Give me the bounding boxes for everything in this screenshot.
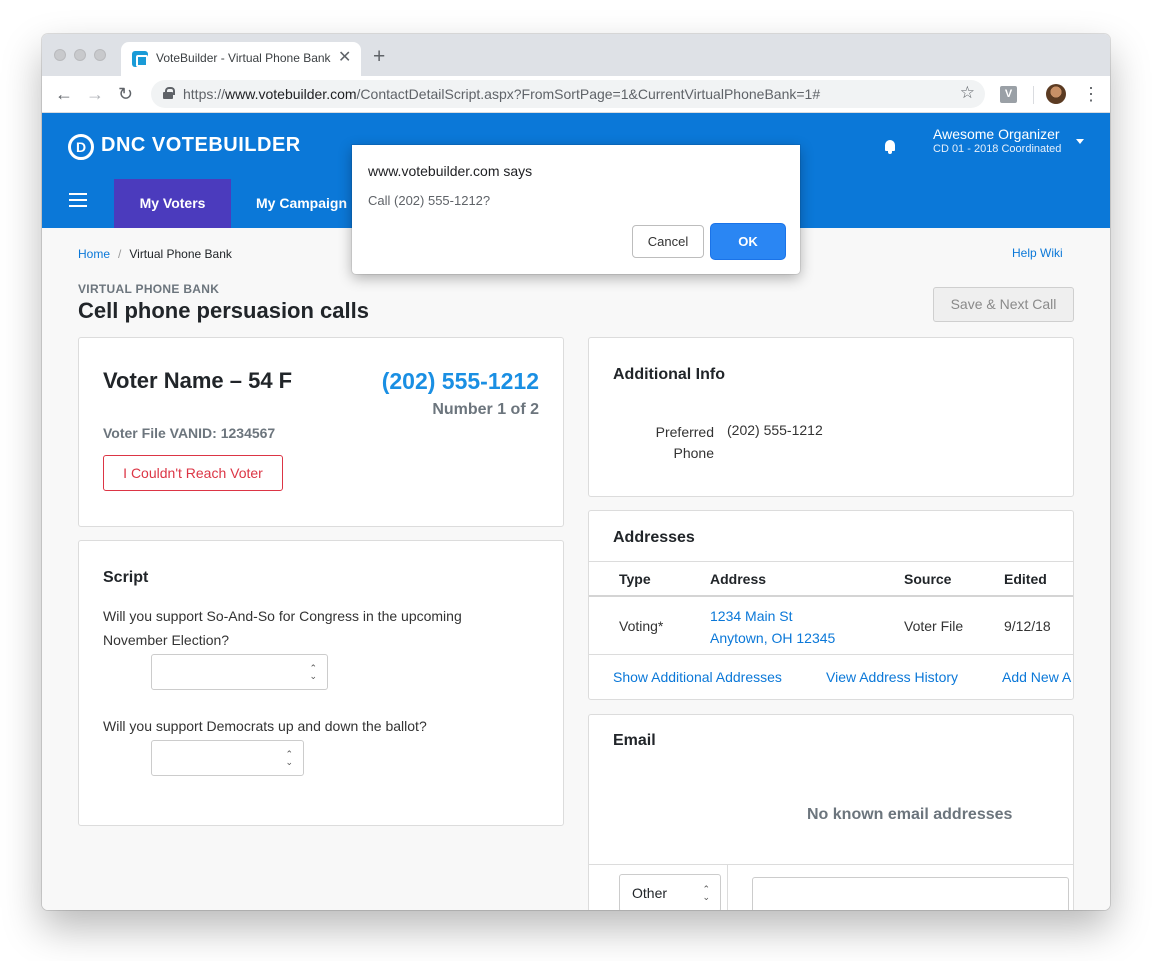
dnc-logo-icon[interactable]: D <box>68 134 94 160</box>
email-column-divider <box>727 864 728 910</box>
voter-phone-link[interactable]: (202) 555-1212 <box>382 368 539 395</box>
user-committee[interactable]: CD 01 - 2018 Coordinated <box>933 143 1061 155</box>
question-2-select[interactable]: ⌃ ⌄ <box>151 740 304 776</box>
profile-avatar[interactable] <box>1046 84 1066 104</box>
url-scheme: https:// <box>183 86 226 102</box>
address-edited: 9/12/18 <box>1004 618 1051 634</box>
tab-close-icon[interactable]: ✕ <box>338 48 351 68</box>
browser-menu-icon[interactable]: ⋮ <box>1082 83 1100 105</box>
select-arrows-icon: ⌃ ⌄ <box>309 663 317 681</box>
phone-number-counter: Number 1 of 2 <box>432 401 539 418</box>
email-title: Email <box>613 732 656 749</box>
lock-icon <box>163 87 175 99</box>
browser-window: VoteBuilder - Virtual Phone Bank ✕ + ← →… <box>42 34 1110 910</box>
address-line1-link[interactable]: 1234 Main St <box>710 605 793 627</box>
email-card: Email No known email addresses Other ⌃ ⌄ <box>588 714 1074 910</box>
breadcrumb: Home / Virtual Phone Bank <box>78 247 232 261</box>
tab-title: VoteBuilder - Virtual Phone Bank <box>156 51 331 65</box>
view-address-history-link[interactable]: View Address History <box>826 669 958 685</box>
dialog-ok-button[interactable]: OK <box>711 224 785 259</box>
dialog-title: www.votebuilder.com says <box>368 163 533 179</box>
addresses-card: Addresses Type Address Source Edited Vot… <box>588 510 1074 700</box>
address-line2-link[interactable]: Anytown, OH 12345 <box>710 627 835 649</box>
address-type: Voting* <box>619 618 664 634</box>
page-content: D DNC VOTEBUILDER Awesome Organizer CD 0… <box>42 113 1110 910</box>
help-wiki-link[interactable]: Help Wiki <box>1012 246 1063 260</box>
user-menu-caret-icon[interactable] <box>1076 139 1084 144</box>
preferred-phone-value: (202) 555-1212 <box>727 422 823 438</box>
email-divider <box>589 864 1073 865</box>
toolbar-divider <box>1033 86 1034 104</box>
table-footer-divider <box>589 654 1073 655</box>
url-text[interactable]: https://www.votebuilder.com/ContactDetai… <box>183 86 820 102</box>
preferred-label-line2: Phone <box>673 445 714 461</box>
browser-toolbar: ← → ↻ https://www.votebuilder.com/Contac… <box>42 76 1110 113</box>
column-header-source[interactable]: Source <box>904 571 951 587</box>
save-next-call-button[interactable]: Save & Next Call <box>933 287 1074 322</box>
bookmark-star-icon[interactable]: ☆ <box>960 83 975 103</box>
email-type-select[interactable]: Other ⌃ ⌄ <box>619 874 721 910</box>
preferred-phone-label: Preferred Phone <box>649 422 714 464</box>
section-label: VIRTUAL PHONE BANK <box>78 282 220 296</box>
page-title: Cell phone persuasion calls <box>78 298 369 323</box>
user-name[interactable]: Awesome Organizer <box>933 126 1060 142</box>
add-new-address-link[interactable]: Add New A <box>1002 669 1071 685</box>
script-question-2: Will you support Democrats up and down t… <box>103 718 427 734</box>
window-zoom-dot[interactable] <box>94 49 106 61</box>
breadcrumb-home-link[interactable]: Home <box>78 247 110 261</box>
email-type-value: Other <box>632 885 668 901</box>
dialog-cancel-button[interactable]: Cancel <box>632 225 704 258</box>
voter-vanid: Voter File VANID: 1234567 <box>103 425 276 441</box>
select-arrows-icon: ⌃ ⌄ <box>702 884 710 902</box>
address-source: Voter File <box>904 618 964 634</box>
breadcrumb-separator: / <box>118 247 122 261</box>
app-logo-text[interactable]: DNC VOTEBUILDER <box>101 134 301 157</box>
additional-info-card: Additional Info Preferred Phone (202) 55… <box>588 337 1074 497</box>
nav-my-campaign[interactable]: My Campaign <box>256 179 347 228</box>
breadcrumb-current: Virtual Phone Bank <box>129 247 232 261</box>
addresses-divider <box>589 561 1073 562</box>
script-title: Script <box>103 569 149 586</box>
url-host: www.votebuilder.com <box>225 86 357 102</box>
votebuilder-favicon-icon <box>132 51 148 67</box>
extension-v-icon[interactable]: V <box>1000 86 1017 103</box>
window-minimize-dot[interactable] <box>74 49 86 61</box>
preferred-label-line1: Preferred <box>655 424 714 440</box>
voter-name: Voter Name – 54 F <box>103 368 293 393</box>
forward-arrow-icon[interactable]: → <box>86 82 104 106</box>
table-header-divider <box>589 595 1073 597</box>
additional-info-title: Additional Info <box>613 366 725 383</box>
select-arrows-icon: ⌃ ⌄ <box>285 749 293 767</box>
voter-card: Voter Name – 54 F (202) 555-1212 Number … <box>78 337 564 527</box>
email-address-input[interactable] <box>752 877 1069 910</box>
nav-my-voters[interactable]: My Voters <box>114 179 231 228</box>
show-additional-addresses-link[interactable]: Show Additional Addresses <box>613 669 782 685</box>
url-path: /ContactDetailScript.aspx?FromSortPage=1… <box>356 86 821 102</box>
question-1-select[interactable]: ⌃ ⌄ <box>151 654 328 690</box>
reload-icon[interactable]: ↻ <box>118 82 133 106</box>
tab-strip: VoteBuilder - Virtual Phone Bank ✕ + <box>42 34 1110 76</box>
dialog-message: Call (202) 555-1212? <box>368 193 491 208</box>
address-bar[interactable]: https://www.votebuilder.com/ContactDetai… <box>151 80 985 108</box>
browser-tab[interactable]: VoteBuilder - Virtual Phone Bank ✕ <box>121 42 361 76</box>
column-header-address[interactable]: Address <box>710 571 766 587</box>
back-arrow-icon[interactable]: ← <box>55 82 73 106</box>
couldnt-reach-voter-button[interactable]: I Couldn't Reach Voter <box>103 455 283 491</box>
script-question-1: Will you support So-And-So for Congress … <box>103 608 462 648</box>
script-card: Script Will you support So-And-So for Co… <box>78 540 564 826</box>
hamburger-menu-icon[interactable] <box>69 193 87 207</box>
column-header-edited[interactable]: Edited <box>1004 571 1047 587</box>
addresses-title: Addresses <box>613 529 695 546</box>
window-close-dot[interactable] <box>54 49 66 61</box>
confirm-dialog: www.votebuilder.com says Call (202) 555-… <box>352 145 800 274</box>
notification-bell-icon[interactable] <box>883 139 897 155</box>
no-email-message: No known email addresses <box>807 806 1013 823</box>
column-header-type[interactable]: Type <box>619 571 651 587</box>
new-tab-icon[interactable]: + <box>373 45 385 69</box>
